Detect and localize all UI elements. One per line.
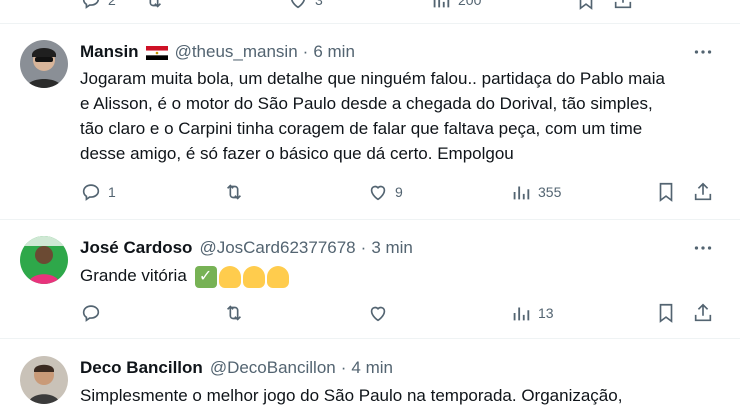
reply-icon bbox=[82, 305, 100, 322]
share-icon bbox=[694, 182, 712, 201]
user-handle[interactable]: @theus_mansin bbox=[175, 42, 298, 62]
view-count: 13 bbox=[538, 305, 554, 321]
tweet-divider bbox=[0, 338, 740, 339]
views-icon bbox=[513, 186, 530, 200]
like-button[interactable]: 9 bbox=[367, 178, 403, 206]
more-options-button[interactable] bbox=[692, 41, 714, 63]
reply-button[interactable]: 2 bbox=[80, 0, 116, 14]
tweet-text-line: e Alisson, é o motor do São Paulo desde … bbox=[80, 94, 653, 113]
like-count: 3 bbox=[315, 0, 323, 8]
tweet-text: Jogaram muita bola, um detalhe que ningu… bbox=[80, 66, 720, 166]
tweet-header: Deco Bancillon @DecoBancillon · 4 min bbox=[80, 357, 393, 379]
tweet-header: José Cardoso @JosCard62377678 · 3 min bbox=[80, 237, 413, 259]
like-count: 9 bbox=[395, 184, 403, 200]
retweet-button[interactable] bbox=[143, 0, 165, 14]
clapping-hands-emoji-icon bbox=[218, 265, 241, 288]
more-icon bbox=[694, 50, 712, 54]
views-button[interactable]: 13 bbox=[510, 299, 554, 327]
retweet-icon bbox=[226, 305, 242, 321]
reply-icon bbox=[82, 184, 100, 201]
timestamp[interactable]: 4 min bbox=[351, 358, 393, 378]
tweet-header: Mansin @theus_mansin · 6 min bbox=[80, 41, 355, 63]
like-button[interactable] bbox=[367, 299, 395, 327]
views-icon bbox=[513, 307, 530, 321]
emoji-group: ✓ bbox=[194, 265, 289, 288]
separator-dot: · bbox=[360, 238, 367, 257]
retweet-icon bbox=[149, 0, 162, 8]
previous-tweet-actions: 2 3 200 bbox=[0, 0, 740, 14]
reply-count: 1 bbox=[108, 184, 116, 200]
separator-dot: · bbox=[340, 358, 347, 377]
share-icon bbox=[694, 303, 712, 322]
user-handle[interactable]: @JosCard62377678 bbox=[199, 238, 355, 258]
retweet-button[interactable] bbox=[223, 178, 251, 206]
display-name[interactable]: Deco Bancillon bbox=[80, 358, 203, 378]
views-button[interactable]: 355 bbox=[510, 178, 561, 206]
tweet-text-line: Grande vitória bbox=[80, 266, 187, 285]
view-count: 355 bbox=[538, 184, 562, 200]
retweet-icon bbox=[226, 184, 242, 200]
like-button[interactable]: 3 bbox=[287, 0, 323, 14]
tweet-text-line: Simplesmente o melhor jogo do São Paulo … bbox=[80, 386, 623, 405]
views-icon bbox=[433, 0, 450, 8]
bookmark-button[interactable] bbox=[655, 299, 677, 327]
avatar[interactable] bbox=[20, 356, 68, 404]
more-icon bbox=[694, 246, 712, 250]
separator-dot: · bbox=[302, 42, 309, 61]
tweet-text-line: Jogaram muita bola, um detalhe que ningu… bbox=[80, 69, 665, 88]
retweet-button[interactable] bbox=[223, 299, 251, 327]
display-name[interactable]: José Cardoso bbox=[80, 238, 192, 258]
user-handle[interactable]: @DecoBancillon bbox=[210, 358, 336, 378]
share-button[interactable] bbox=[612, 0, 634, 14]
bookmark-button[interactable] bbox=[575, 0, 597, 14]
timestamp[interactable]: 6 min bbox=[313, 42, 355, 62]
share-button[interactable] bbox=[692, 178, 714, 206]
reply-button[interactable] bbox=[80, 299, 108, 327]
clapping-hands-emoji-icon bbox=[266, 265, 289, 288]
reply-count: 2 bbox=[108, 0, 116, 8]
bookmark-button[interactable] bbox=[655, 178, 677, 206]
share-icon bbox=[614, 0, 632, 9]
tweet-actions: 13 bbox=[80, 299, 720, 327]
reply-button[interactable]: 1 bbox=[80, 178, 116, 206]
tweet-text: Simplesmente o melhor jogo do São Paulo … bbox=[80, 383, 720, 408]
red-white-black-flag bbox=[145, 45, 168, 60]
reply-icon bbox=[82, 0, 100, 9]
avatar[interactable] bbox=[20, 236, 68, 284]
tweet-divider bbox=[0, 23, 740, 24]
bookmark-icon bbox=[579, 0, 593, 10]
timestamp[interactable]: 3 min bbox=[371, 238, 413, 258]
clapping-hands-emoji-icon bbox=[242, 265, 265, 288]
heart-icon bbox=[291, 0, 305, 9]
share-button[interactable] bbox=[692, 299, 714, 327]
bookmark-icon bbox=[659, 182, 673, 202]
more-options-button[interactable] bbox=[692, 237, 714, 259]
heart-icon bbox=[370, 306, 386, 322]
avatar[interactable] bbox=[20, 40, 68, 88]
tweet-text-line: desse amigo, é só fazer o básico que dá … bbox=[80, 144, 514, 163]
display-name[interactable]: Mansin bbox=[80, 42, 139, 62]
tweet-divider bbox=[0, 219, 740, 220]
tweet-text: Grande vitória ✓ bbox=[80, 263, 720, 288]
tweet-actions: 1 9 355 bbox=[80, 178, 720, 206]
check-mark-emoji-icon: ✓ bbox=[194, 265, 217, 288]
bookmark-icon bbox=[659, 303, 673, 323]
views-button[interactable]: 200 bbox=[430, 0, 481, 14]
heart-icon bbox=[370, 185, 386, 201]
view-count: 200 bbox=[458, 0, 482, 8]
tweet-text-line: tão claro e o Carpini tinha coragem de f… bbox=[80, 119, 643, 138]
